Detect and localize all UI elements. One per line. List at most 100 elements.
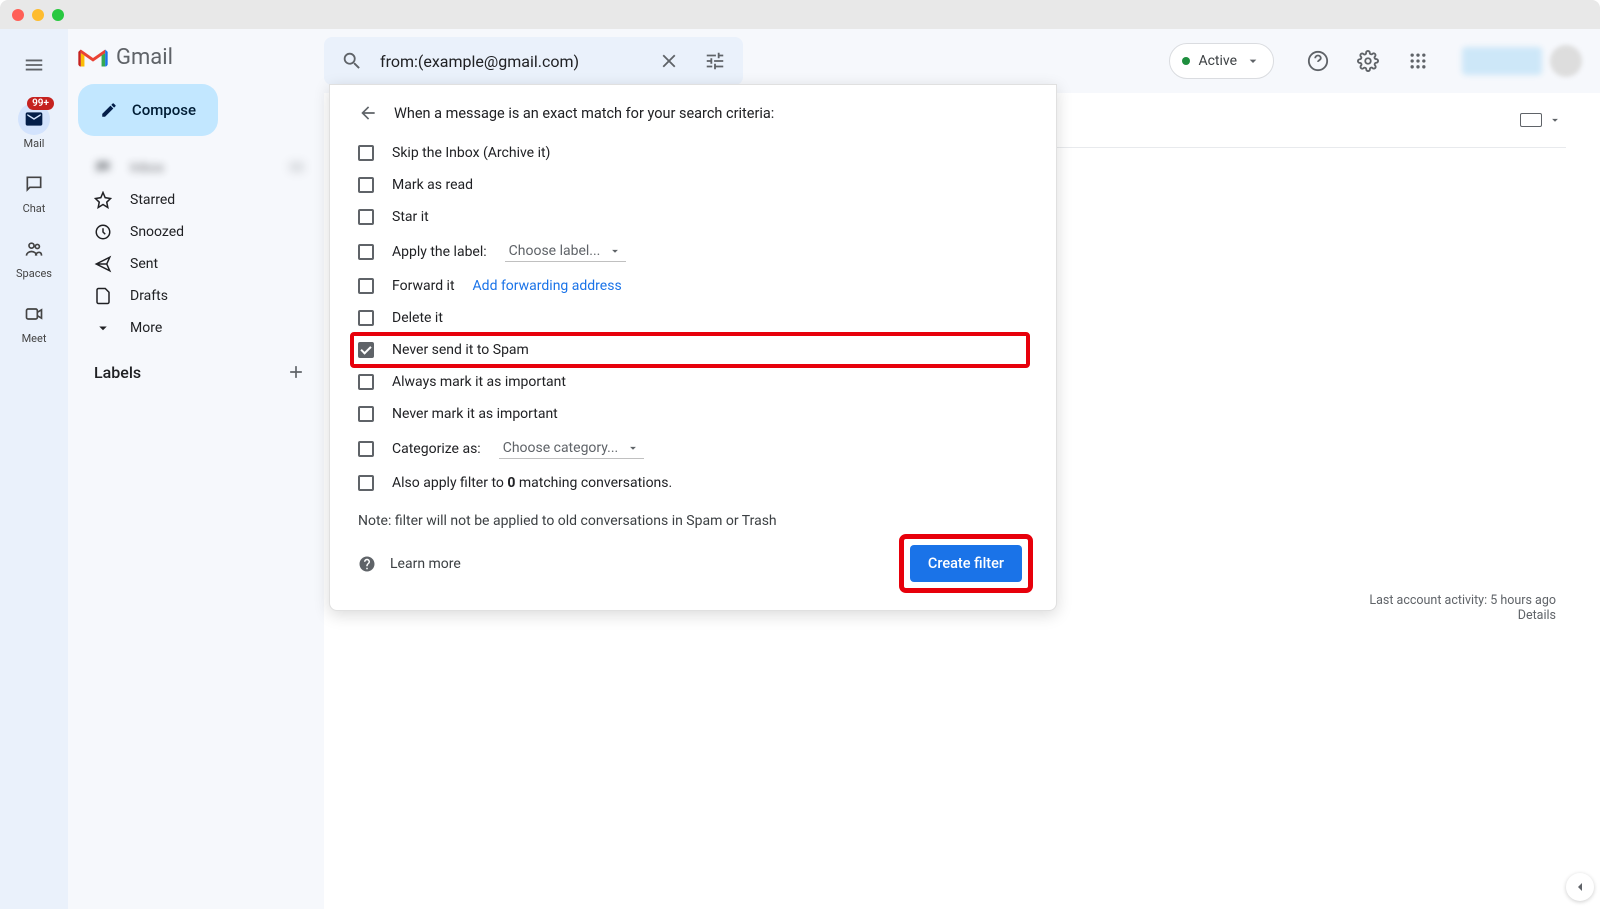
- account-area[interactable]: [1462, 45, 1582, 77]
- minimize-window-button[interactable]: [32, 9, 44, 21]
- sidebar-snoozed[interactable]: Snoozed: [68, 216, 324, 248]
- rail-chat[interactable]: Chat: [18, 168, 50, 215]
- choose-label-dropdown[interactable]: Choose label...: [505, 241, 627, 262]
- app-rail: 99+ Mail Chat Spaces Meet: [0, 29, 68, 909]
- clear-search-button[interactable]: [651, 43, 687, 79]
- file-icon: [94, 287, 112, 305]
- checkbox[interactable]: [358, 278, 374, 294]
- close-window-button[interactable]: [12, 9, 24, 21]
- gear-icon: [1357, 50, 1379, 72]
- compose-label: Compose: [132, 101, 196, 119]
- checkbox[interactable]: [358, 406, 374, 422]
- rail-meet-label: Meet: [22, 332, 47, 345]
- workspace-logo: [1462, 47, 1542, 75]
- meet-icon: [24, 304, 44, 324]
- help-button[interactable]: [1298, 41, 1338, 81]
- sidebar-more-label: More: [130, 320, 162, 336]
- compose-button[interactable]: Compose: [78, 84, 218, 136]
- rail-chat-label: Chat: [23, 202, 46, 215]
- search-options-button[interactable]: [697, 43, 733, 79]
- status-chip[interactable]: Active: [1169, 43, 1274, 79]
- sidebar-more[interactable]: More: [68, 312, 324, 344]
- checkbox[interactable]: [358, 209, 374, 225]
- footer-info: Last account activity: 5 hours ago Detai…: [1369, 593, 1556, 623]
- apps-button[interactable]: [1398, 41, 1438, 81]
- learn-more-link[interactable]: Learn more: [358, 555, 461, 573]
- chevron-down-icon: [1548, 113, 1562, 127]
- checkbox[interactable]: [358, 441, 374, 457]
- labels-title: Labels: [94, 363, 141, 382]
- filter-skip-inbox[interactable]: Skip the Inbox (Archive it): [358, 137, 1028, 169]
- mail-icon: [24, 109, 44, 129]
- filter-panel: When a message is an exact match for you…: [329, 84, 1057, 611]
- chevron-left-icon: [1572, 879, 1588, 895]
- sidebar-drafts[interactable]: Drafts: [68, 280, 324, 312]
- filter-never-spam[interactable]: Never send it to Spam: [352, 334, 1028, 366]
- send-icon: [94, 255, 112, 273]
- mail-badge: 99+: [27, 97, 54, 110]
- sidebar-snoozed-label: Snoozed: [130, 224, 184, 240]
- window-titlebar: [0, 0, 1600, 29]
- spaces-icon: [24, 239, 44, 259]
- settings-button[interactable]: [1348, 41, 1388, 81]
- create-filter-button[interactable]: Create filter: [910, 545, 1022, 582]
- apps-grid-icon: [1408, 51, 1428, 71]
- gmail-logo[interactable]: Gmail: [68, 39, 324, 84]
- filter-forward-it[interactable]: Forward it Add forwarding address: [358, 270, 1028, 302]
- checkbox[interactable]: [358, 310, 374, 326]
- input-method-button[interactable]: [1520, 113, 1562, 127]
- rail-spaces-label: Spaces: [16, 267, 52, 280]
- maximize-window-button[interactable]: [52, 9, 64, 21]
- tune-icon: [704, 50, 726, 72]
- status-label: Active: [1198, 53, 1237, 69]
- show-side-panel-button[interactable]: [1566, 873, 1594, 901]
- filter-delete-it[interactable]: Delete it: [358, 302, 1028, 334]
- search-icon: [341, 50, 363, 72]
- gmail-logo-text: Gmail: [116, 45, 173, 70]
- chevron-down-icon: [94, 319, 112, 337]
- search-bar: [324, 37, 743, 85]
- labels-header: Labels: [68, 344, 324, 390]
- rail-mail[interactable]: 99+ Mail: [18, 103, 50, 150]
- rail-meet[interactable]: Meet: [18, 298, 50, 345]
- sidebar: Gmail Compose Inbox99 Starred Snoozed Se…: [68, 29, 324, 909]
- filter-always-important[interactable]: Always mark it as important: [358, 366, 1028, 398]
- filter-apply-label[interactable]: Apply the label: Choose label...: [358, 233, 1028, 270]
- filter-mark-read[interactable]: Mark as read: [358, 169, 1028, 201]
- details-link[interactable]: Details: [1518, 608, 1556, 623]
- keyboard-icon: [1520, 113, 1542, 127]
- sidebar-starred-label: Starred: [130, 192, 175, 208]
- back-button[interactable]: [358, 103, 378, 123]
- plus-icon[interactable]: [286, 362, 306, 382]
- checkbox[interactable]: [358, 244, 374, 260]
- help-filled-icon: [358, 555, 376, 573]
- choose-category-dropdown[interactable]: Choose category...: [499, 438, 645, 459]
- main-menu-button[interactable]: [14, 45, 54, 85]
- filter-categorize-as[interactable]: Categorize as: Choose category...: [358, 430, 1028, 467]
- hamburger-icon: [23, 54, 45, 76]
- sidebar-inbox[interactable]: Inbox99: [68, 152, 324, 184]
- account-avatar[interactable]: [1550, 45, 1582, 77]
- chevron-down-icon: [608, 244, 622, 258]
- checkbox[interactable]: [358, 145, 374, 161]
- search-input[interactable]: [380, 52, 641, 71]
- pencil-icon: [100, 100, 118, 120]
- filter-never-important[interactable]: Never mark it as important: [358, 398, 1028, 430]
- checkbox-checked[interactable]: [358, 342, 374, 358]
- filter-note: Note: filter will not be applied to old …: [358, 513, 1028, 529]
- checkbox[interactable]: [358, 177, 374, 193]
- filter-star-it[interactable]: Star it: [358, 201, 1028, 233]
- create-filter-highlight: Create filter: [904, 539, 1028, 588]
- search-button[interactable]: [334, 43, 370, 79]
- add-forwarding-link[interactable]: Add forwarding address: [473, 278, 622, 294]
- clock-icon: [94, 223, 112, 241]
- checkbox[interactable]: [358, 475, 374, 491]
- rail-spaces[interactable]: Spaces: [16, 233, 52, 280]
- sidebar-sent[interactable]: Sent: [68, 248, 324, 280]
- sidebar-starred[interactable]: Starred: [68, 184, 324, 216]
- active-dot-icon: [1182, 57, 1190, 65]
- help-icon: [1307, 50, 1329, 72]
- filter-also-apply[interactable]: Also apply filter to 0 matching conversa…: [358, 467, 1028, 499]
- sidebar-sent-label: Sent: [130, 256, 158, 272]
- checkbox[interactable]: [358, 374, 374, 390]
